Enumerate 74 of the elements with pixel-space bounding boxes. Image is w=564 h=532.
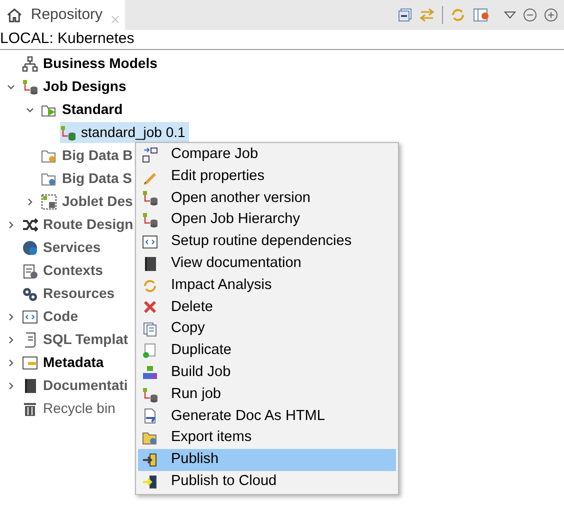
job-icon <box>142 212 158 228</box>
chevron-icon[interactable] <box>7 382 15 390</box>
book-icon <box>142 256 158 272</box>
publish-icon <box>142 474 158 490</box>
folder-icon <box>41 170 57 186</box>
chevron-icon[interactable] <box>26 106 34 114</box>
menu-item[interactable]: Delete <box>138 296 396 318</box>
tree-item[interactable]: Recycle bin <box>22 398 120 419</box>
job-icon <box>142 386 158 403</box>
compare-icon <box>142 146 158 163</box>
clipboard-icon <box>22 262 38 278</box>
shuffle-icon <box>22 216 38 232</box>
job-icon <box>142 190 158 206</box>
menu-item[interactable]: Impact Analysis <box>138 274 396 297</box>
tree-item[interactable]: Resources <box>22 283 119 304</box>
refresh-icon <box>142 278 158 294</box>
hierarchy-icon <box>22 56 38 72</box>
job-icon <box>22 78 38 94</box>
chevron-icon[interactable] <box>7 82 15 90</box>
minimize-icon[interactable] <box>523 8 537 22</box>
chevron-icon[interactable] <box>7 312 15 320</box>
duplicate-icon <box>142 343 158 360</box>
chevron-icon[interactable] <box>7 336 15 344</box>
menu-item[interactable]: View documentation <box>138 252 396 275</box>
tree-item[interactable]: Documentati <box>22 375 132 396</box>
tree-item[interactable]: Code <box>22 306 82 327</box>
metadata-icon <box>22 354 38 370</box>
job-lock-icon <box>60 124 76 140</box>
chevron-icon[interactable] <box>7 358 15 366</box>
publish-icon <box>142 452 158 468</box>
code-file-icon <box>142 234 158 250</box>
copy-icon <box>142 321 158 338</box>
tree-item[interactable]: Standard <box>41 99 127 120</box>
tree-item[interactable]: Route Design <box>22 214 138 235</box>
tree-item[interactable]: Metadata <box>22 352 108 373</box>
folder-export-icon <box>142 430 158 446</box>
menu-item[interactable]: Publish <box>138 449 396 471</box>
joblet-icon <box>41 194 57 210</box>
menu-item[interactable]: Edit properties <box>138 166 396 188</box>
book-icon <box>22 378 38 394</box>
document-icon <box>142 408 158 424</box>
chevron-icon[interactable] <box>26 198 34 206</box>
menu-item[interactable]: Build Job <box>138 362 396 384</box>
menu-item[interactable]: Copy <box>138 318 396 340</box>
trash-icon <box>22 400 38 416</box>
chevron-icon[interactable] <box>7 220 15 228</box>
tree-item[interactable]: Big Data S <box>41 168 136 189</box>
view-menu-icon[interactable] <box>504 11 516 19</box>
tree-item[interactable]: Job Designs <box>22 76 130 97</box>
menu-item[interactable]: Generate Doc As HTML <box>138 406 396 428</box>
menu-item[interactable]: Open another version <box>138 188 396 210</box>
tree-item[interactable]: Services <box>22 237 105 258</box>
code-icon <box>22 308 38 324</box>
delete-icon <box>142 299 158 316</box>
tree-item[interactable]: Contexts <box>22 260 107 281</box>
maximize-icon[interactable] <box>544 8 558 22</box>
collapse-all-icon[interactable] <box>398 8 412 22</box>
menu-item[interactable]: Run job <box>138 384 396 406</box>
menu-item[interactable]: Open Job Hierarchy <box>138 209 396 232</box>
tree-item[interactable]: Business Models <box>22 53 162 74</box>
home-icon <box>6 6 23 24</box>
project-label: LOCAL: Kubernetes <box>0 30 564 50</box>
gears-icon <box>22 286 38 302</box>
tree-item[interactable]: Joblet Des <box>41 191 137 212</box>
repository-tab[interactable]: Repository <box>0 0 125 30</box>
tree-item[interactable]: standard_job 0.1 <box>60 122 190 143</box>
menu-item[interactable]: Export items <box>138 427 396 450</box>
tree-item[interactable]: SQL Templat <box>22 329 132 350</box>
menu-item[interactable]: Publish to Cloud <box>138 470 396 493</box>
menu-item[interactable]: Duplicate <box>138 340 396 362</box>
menu-item[interactable]: Compare Job <box>138 144 396 166</box>
scroll-icon <box>22 332 38 348</box>
menu-item[interactable]: Setup routine dependencies <box>138 231 396 253</box>
tree-item[interactable]: Big Data B <box>41 145 137 166</box>
